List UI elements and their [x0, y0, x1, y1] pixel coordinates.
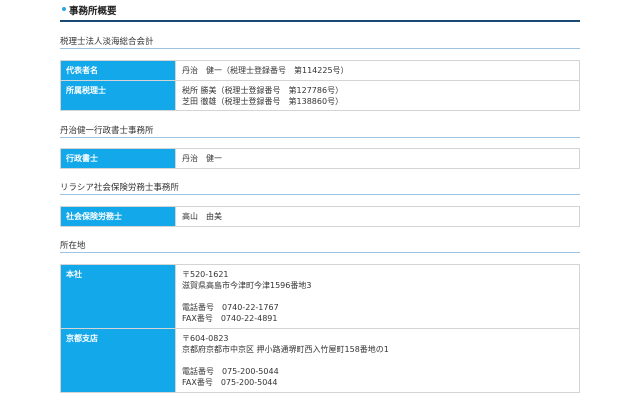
section-title-tax-firm: 税理士法人淡海総合会計 — [60, 34, 580, 49]
row-head-tax-accountants: 所属税理士 — [60, 80, 176, 111]
table-row: 代表者名 丹治 健一（税理士登録番号 第114225号） — [60, 60, 580, 81]
table-row: 行政書士 丹治 健一 — [60, 148, 580, 169]
labor-consultant-table: 社会保険労務士 高山 由美 — [60, 206, 580, 227]
row-head-representative: 代表者名 — [60, 60, 176, 81]
row-value-tax-accountants: 税所 勝美（税理士登録番号 第127786号） 芝田 徹雄（税理士登録番号 第1… — [175, 80, 580, 111]
location-table: 本社 〒520-1621 滋賀県高島市今津町今津1596番地3 電話番号 074… — [60, 264, 580, 393]
row-value-head-office: 〒520-1621 滋賀県高島市今津町今津1596番地3 電話番号 0740-2… — [175, 264, 580, 329]
table-row: 本社 〒520-1621 滋賀県高島市今津町今津1596番地3 電話番号 074… — [60, 264, 580, 329]
section-title-location: 所在地 — [60, 238, 580, 253]
page-title: 事務所概要 — [60, 0, 580, 22]
table-row: 社会保険労務士 高山 由美 — [60, 206, 580, 227]
row-value-admin-scrivener: 丹治 健一 — [175, 148, 580, 169]
row-head-kyoto-branch: 京都支店 — [60, 328, 176, 393]
section-title-labor-consultant: リラシア社会保険労務士事務所 — [60, 180, 580, 195]
row-head-admin-scrivener: 行政書士 — [60, 148, 176, 169]
section-title-admin-scrivener: 丹治健一行政書士事務所 — [60, 123, 580, 138]
tax-firm-table: 代表者名 丹治 健一（税理士登録番号 第114225号） 所属税理士 税所 勝美… — [60, 60, 580, 111]
row-value-kyoto-branch: 〒604-0823 京都府京都市中京区 押小路通堺町西入竹屋町158番地の1 電… — [175, 328, 580, 393]
table-row: 所属税理士 税所 勝美（税理士登録番号 第127786号） 芝田 徹雄（税理士登… — [60, 80, 580, 111]
table-row: 京都支店 〒604-0823 京都府京都市中京区 押小路通堺町西入竹屋町158番… — [60, 328, 580, 393]
bullet-dot-icon — [62, 7, 66, 11]
row-value-labor-consultant: 高山 由美 — [175, 206, 580, 227]
row-value-representative: 丹治 健一（税理士登録番号 第114225号） — [175, 60, 580, 81]
row-head-labor-consultant: 社会保険労務士 — [60, 206, 176, 227]
row-head-head-office: 本社 — [60, 264, 176, 329]
office-overview: 事務所概要 税理士法人淡海総合会計 代表者名 丹治 健一（税理士登録番号 第11… — [60, 0, 580, 393]
admin-scrivener-table: 行政書士 丹治 健一 — [60, 148, 580, 169]
page-title-text: 事務所概要 — [69, 6, 117, 17]
